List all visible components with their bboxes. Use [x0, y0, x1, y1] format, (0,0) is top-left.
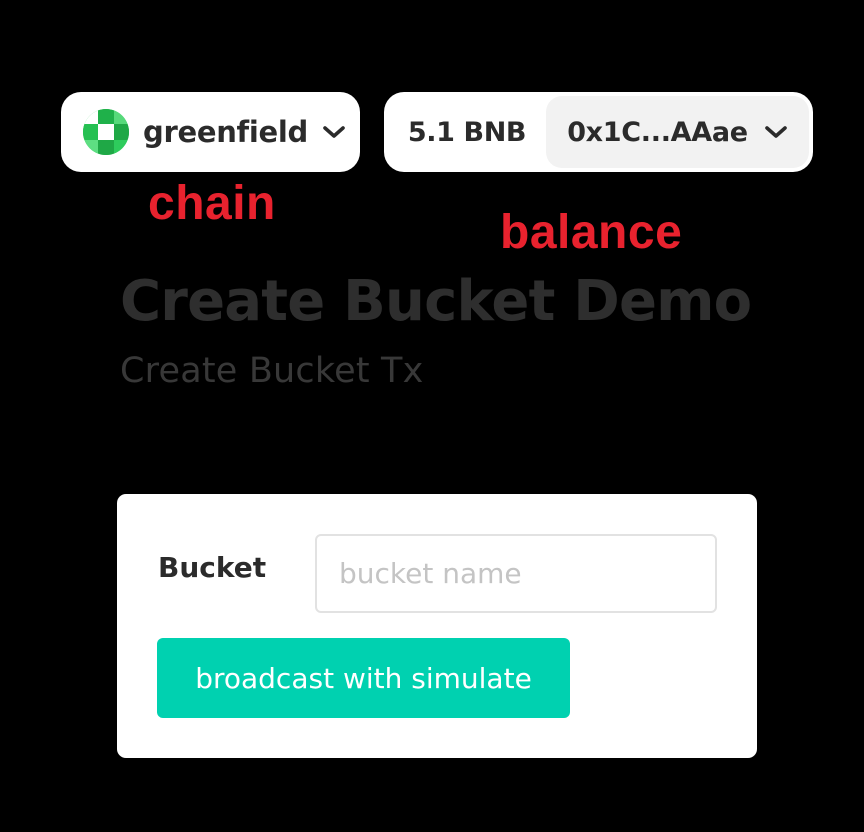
chevron-down-icon — [323, 126, 345, 138]
account-address-button[interactable]: 0x1C...AAae — [546, 96, 809, 168]
bucket-name-input[interactable] — [315, 534, 717, 613]
chain-annotation: chain — [148, 177, 276, 230]
balance-display: 5.1 BNB — [407, 116, 527, 148]
balance-annotation: balance — [500, 206, 683, 259]
chevron-down-icon — [764, 126, 787, 138]
page-subtitle: Create Bucket Tx — [120, 351, 424, 391]
greenfield-logo-icon — [83, 109, 129, 155]
create-bucket-form: Bucket broadcast with simulate — [117, 494, 757, 758]
account-address: 0x1C...AAae — [567, 116, 748, 148]
account-widget: 5.1 BNB 0x1C...AAae — [384, 92, 813, 172]
broadcast-with-simulate-button[interactable]: broadcast with simulate — [157, 638, 570, 718]
page-title: Create Bucket Demo — [120, 269, 752, 334]
chain-selector-button[interactable]: greenfield — [61, 92, 360, 172]
chain-name: greenfield — [143, 115, 308, 149]
bucket-label: Bucket — [158, 551, 267, 584]
